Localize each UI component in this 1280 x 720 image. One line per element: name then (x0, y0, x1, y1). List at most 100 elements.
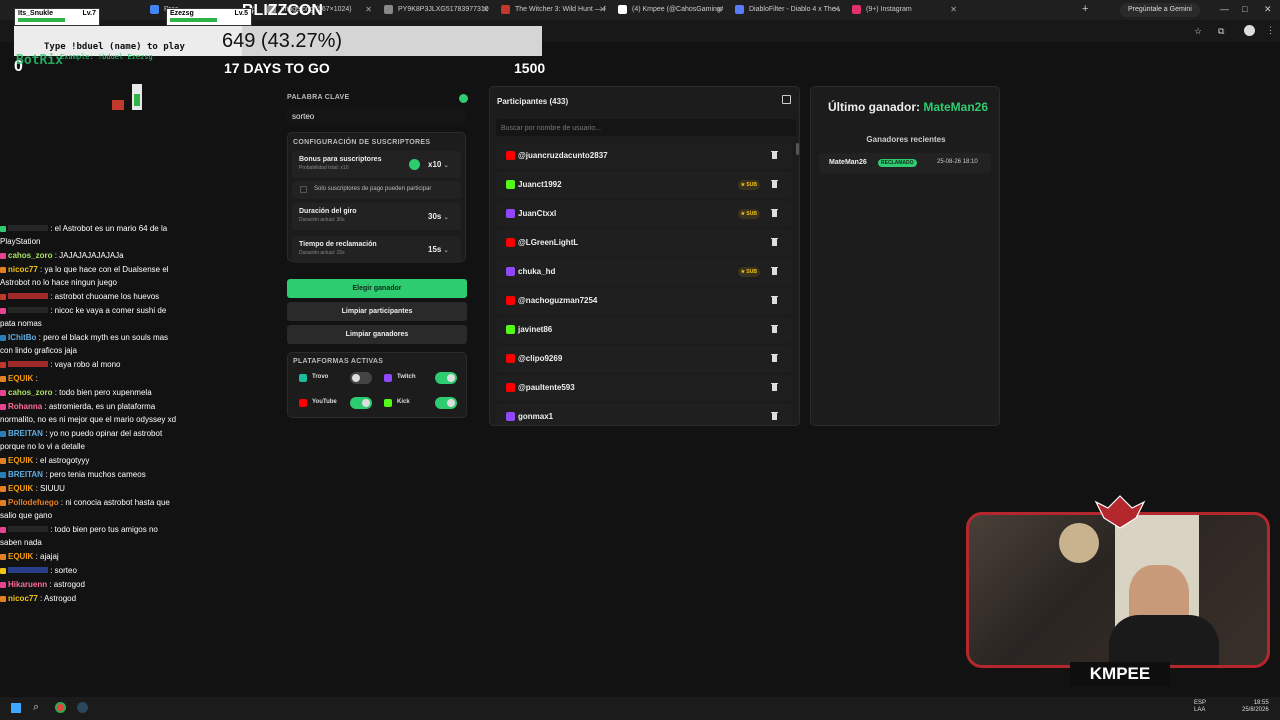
keyword-input[interactable]: sorteo (287, 107, 466, 125)
chat-username[interactable]: nicoc77 (8, 265, 38, 274)
chat-badge-icon (0, 485, 6, 492)
player1-box: Its_Snukle Lv.7 (14, 8, 100, 26)
chat-username[interactable] (8, 225, 48, 231)
participant-row: JuanCtxxl ★ SUB (496, 201, 792, 227)
spin-title: Duración del giro (299, 208, 357, 215)
streamer-name: KMPEE (1070, 662, 1170, 686)
trash-icon[interactable] (771, 179, 778, 189)
chat-username[interactable]: EQUIK (8, 456, 33, 465)
clear-winners-button[interactable]: Limpiar ganadores (287, 325, 467, 344)
participant-row: chuka_hd ★ SUB (496, 259, 792, 285)
close-window-icon[interactable]: ✕ (1264, 4, 1272, 15)
tab-close-icon[interactable]: ✕ (365, 5, 372, 14)
tab-close-icon[interactable]: ✕ (716, 5, 723, 14)
duel-hint: Type !bduel (name) to play (44, 42, 185, 52)
new-tab-button[interactable]: + (1082, 3, 1088, 15)
last-winner-name: MateMan26 (923, 100, 989, 114)
chat-username[interactable] (8, 307, 48, 313)
clock[interactable]: 18:55 25/8/2026 (1242, 700, 1269, 714)
browser-tab[interactable]: (9+) Instagram ✕ (844, 0, 957, 20)
chat-username[interactable]: Hikaruenn (8, 580, 47, 589)
chat-username[interactable]: BREITAN (8, 429, 43, 438)
platform-toggle[interactable] (350, 372, 372, 384)
clear-participants-button[interactable]: Limpiar participantes (287, 302, 467, 321)
star-icon[interactable]: ☆ (1194, 26, 1202, 37)
trash-icon[interactable] (771, 150, 778, 160)
browser-tab[interactable]: (4) Kmpee (@CahosGamingAI ✕ (610, 0, 723, 20)
chat-username[interactable] (8, 526, 48, 532)
browser-tab[interactable]: The Witcher 3: Wild Hunt — R ✕ (493, 0, 606, 20)
chat-username[interactable]: BREITAN (8, 470, 43, 479)
trash-icon[interactable] (771, 266, 778, 276)
tab-close-icon[interactable]: ✕ (833, 5, 840, 14)
trash-icon[interactable] (771, 208, 778, 218)
trash-icon[interactable] (771, 411, 778, 421)
steam-icon[interactable] (77, 702, 88, 713)
browser-tab[interactable]: DiabloFilter - Diablo 4 x The W ✕ (727, 0, 840, 20)
trash-icon[interactable] (771, 295, 778, 305)
chat-text: : SIUUU (33, 484, 65, 493)
chat-badge-icon (0, 403, 6, 410)
scrollbar[interactable] (796, 143, 799, 155)
platform-toggle[interactable] (350, 397, 372, 409)
extensions-icon[interactable]: ⧉ (1218, 26, 1224, 37)
pixel-characters (112, 84, 152, 112)
platform-toggle[interactable] (435, 372, 457, 384)
twitch-icon (506, 209, 515, 218)
chat-badge-icon (0, 252, 6, 259)
toggle-knob (362, 399, 370, 407)
participant-search[interactable]: Buscar por nombre de usuario... (496, 119, 796, 136)
info-icon[interactable] (459, 94, 468, 103)
pick-winner-button[interactable]: Elegir ganador (287, 279, 467, 298)
keyword-label: PALABRA CLAVE (287, 94, 350, 101)
chat-badge-icon (0, 334, 6, 341)
trash-icon[interactable] (771, 324, 778, 334)
chat-message: EQUIK : el astrogotyyy (0, 454, 180, 467)
platform-toggle[interactable] (435, 397, 457, 409)
windows-start-icon[interactable] (11, 703, 21, 713)
only-subs-checkbox[interactable] (300, 186, 307, 193)
only-subs-row[interactable]: Solo suscriptores de pago pueden partici… (292, 181, 461, 199)
toggle-knob (447, 374, 455, 382)
chat-badge-icon (0, 471, 6, 478)
chat-username[interactable]: nicoc77 (8, 594, 38, 603)
browser-tab[interactable]: PY9K8P3JLXG5178397731077 ✕ (376, 0, 489, 20)
participant-name: chuka_hd (518, 267, 556, 276)
chat-username[interactable]: cahos_zoro (8, 388, 52, 397)
chrome-icon[interactable] (55, 702, 66, 713)
tab-label: PY9K8P3JLXG5178397731077 (398, 6, 489, 13)
platform-label: YouTube (312, 399, 337, 405)
claim-select[interactable]: 15s ⌄ (428, 245, 449, 254)
gemini-button[interactable]: Pregúntale a Gemini (1120, 3, 1200, 17)
tab-close-icon[interactable]: ✕ (599, 5, 606, 14)
trash-icon[interactable] (771, 237, 778, 247)
chat-username[interactable]: EQUIK (8, 484, 33, 493)
profile-avatar[interactable] (1244, 25, 1255, 36)
minimize-icon[interactable]: — (1220, 4, 1229, 14)
maximize-icon[interactable]: □ (1242, 4, 1247, 14)
claim-value: 15s (428, 245, 442, 254)
trash-icon[interactable] (771, 382, 778, 392)
language-indicator[interactable]: ESP LAA (1194, 700, 1206, 714)
search-icon[interactable]: ⌕ (33, 701, 39, 714)
player1-level: Lv.7 (82, 10, 97, 17)
chat-username[interactable]: IChitBo (8, 333, 36, 342)
chat-username[interactable]: EQUIK (8, 374, 33, 383)
chat-username[interactable]: cahos_zoro (8, 251, 52, 260)
bonus-select[interactable]: x10 ⌄ (428, 160, 449, 169)
kick-icon (506, 180, 515, 189)
chat-username[interactable]: Rohanna (8, 402, 42, 411)
tab-close-icon[interactable]: ✕ (950, 5, 957, 14)
chat-username[interactable]: Pollodefuego (8, 498, 59, 507)
trash-icon[interactable] (771, 353, 778, 363)
chat-username[interactable] (8, 567, 48, 573)
bonus-info-icon[interactable] (409, 159, 420, 170)
tab-close-icon[interactable]: ✕ (482, 5, 489, 14)
chat-username[interactable] (8, 293, 48, 299)
spin-select[interactable]: 30s ⌄ (428, 212, 449, 221)
chat-username[interactable] (8, 361, 48, 367)
participant-search-placeholder: Buscar por nombre de usuario... (501, 125, 601, 132)
menu-icon[interactable]: ⋮ (1266, 25, 1275, 36)
chat-username[interactable]: EQUIK (8, 552, 33, 561)
copy-icon[interactable] (782, 95, 791, 104)
